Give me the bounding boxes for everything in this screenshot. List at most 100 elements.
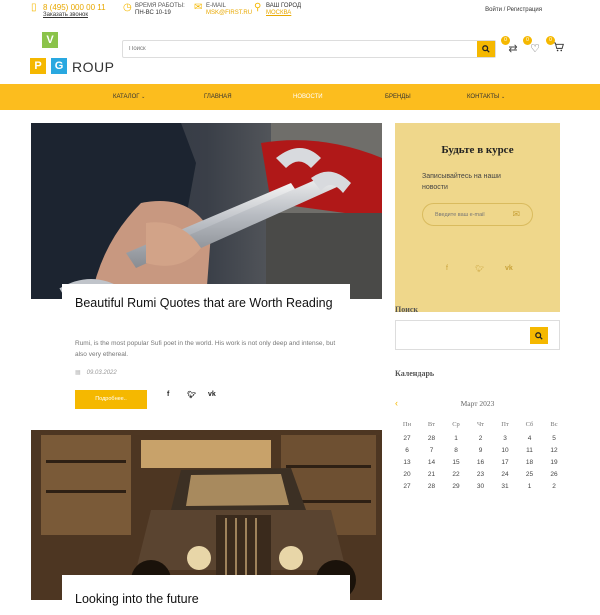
logo-v: V bbox=[42, 32, 58, 48]
wishlist-button[interactable]: 0 ♡ bbox=[523, 36, 543, 56]
calendar-day[interactable]: 28 bbox=[420, 481, 444, 493]
calendar-day[interactable]: 27 bbox=[395, 433, 419, 445]
mail-icon: ✉ bbox=[194, 2, 203, 13]
calendar-day[interactable]: 31 bbox=[493, 481, 517, 493]
calendar-day[interactable]: 30 bbox=[469, 481, 493, 493]
email-block: ✉ E-MAIL MSK@FIRST.RU bbox=[194, 3, 252, 17]
top-bar: ▯ 8 (495) 000 00 11 Заказать звонок ◷ ВР… bbox=[0, 0, 600, 26]
subscribe-email-input[interactable] bbox=[435, 210, 511, 220]
calendar-day[interactable]: 23 bbox=[469, 469, 493, 481]
vk-share-icon[interactable]: vk bbox=[208, 391, 216, 398]
search-icon bbox=[482, 45, 490, 53]
calendar-day[interactable]: 5 bbox=[542, 433, 566, 445]
weekday: Ср bbox=[452, 421, 460, 428]
calendar-day[interactable]: 20 bbox=[395, 469, 419, 481]
calendar-day[interactable]: 21 bbox=[420, 469, 444, 481]
twitter-icon[interactable]: 🐦︎ bbox=[475, 265, 484, 273]
calendar-day[interactable]: 22 bbox=[444, 469, 468, 481]
facebook-share-icon[interactable]: f bbox=[167, 391, 169, 398]
read-more-button[interactable]: Подробнее.. bbox=[75, 390, 147, 409]
compare-button[interactable]: 0 ⇄ bbox=[501, 36, 521, 56]
phone-number[interactable]: 8 (495) 000 00 11 bbox=[31, 3, 106, 12]
calendar-day[interactable]: 1 bbox=[444, 433, 468, 445]
wishlist-count: 0 bbox=[523, 36, 532, 45]
calendar-day[interactable]: 17 bbox=[493, 457, 517, 469]
hours-label: ВРЕМЯ РАБОТЫ: bbox=[135, 3, 185, 9]
logo[interactable]: V P G ROUP bbox=[30, 32, 115, 76]
calendar-month: Март 2023 bbox=[460, 399, 495, 408]
calendar-day[interactable]: 29 bbox=[444, 481, 468, 493]
hours-value: ПН-ВС 10-19 bbox=[135, 10, 171, 16]
calendar-day[interactable]: 6 bbox=[395, 445, 419, 457]
subscribe-text: Записывайтесь на наши новости bbox=[422, 173, 501, 191]
calendar-day[interactable]: 25 bbox=[518, 469, 542, 481]
subscribe-widget: Будьте в курсе Записывайтесь на наши нов… bbox=[395, 123, 560, 312]
calendar-day[interactable]: 27 bbox=[395, 481, 419, 493]
calendar-day[interactable]: 2 bbox=[542, 481, 566, 493]
nav-news[interactable]: НОВОСТИ bbox=[293, 84, 323, 110]
logo-text: ROUP bbox=[72, 59, 115, 75]
location-pin-icon: ⚲ bbox=[254, 2, 262, 13]
calendar-day[interactable]: 3 bbox=[493, 433, 517, 445]
calendar-day[interactable]: 26 bbox=[542, 469, 566, 481]
subscribe-field: ✉ bbox=[422, 203, 533, 226]
post-title-card: Beautiful Rumi Quotes that are Worth Rea… bbox=[62, 284, 350, 342]
calendar-week: 27 28 1 2 3 4 5 bbox=[395, 433, 560, 445]
calendar-day[interactable]: 13 bbox=[395, 457, 419, 469]
weekday: Вс bbox=[550, 421, 558, 428]
post-excerpt: Rumi, is the most popular Sufi poet in t… bbox=[75, 340, 336, 358]
callback-link[interactable]: Заказать звонок bbox=[31, 12, 106, 19]
calendar-day[interactable]: 9 bbox=[469, 445, 493, 457]
calendar-day[interactable]: 14 bbox=[420, 457, 444, 469]
weekday: Сб bbox=[525, 421, 534, 428]
calendar-day[interactable]: 8 bbox=[444, 445, 468, 457]
calendar-day[interactable]: 7 bbox=[420, 445, 444, 457]
calendar-icon: ▦ bbox=[75, 370, 81, 376]
post-image-wrenches[interactable] bbox=[31, 123, 382, 299]
calendar-day[interactable]: 10 bbox=[493, 445, 517, 457]
calendar-day[interactable]: 4 bbox=[518, 433, 542, 445]
calendar-day[interactable]: 19 bbox=[542, 457, 566, 469]
twitter-share-icon[interactable]: 🐦︎ bbox=[187, 391, 196, 399]
send-mail-icon[interactable]: ✉ bbox=[512, 209, 520, 220]
subscribe-title: Будьте в курсе bbox=[441, 144, 514, 156]
calendar-title: Календарь bbox=[395, 369, 435, 378]
cart-button[interactable]: 0 bbox=[546, 36, 566, 56]
calendar-day[interactable]: 1 bbox=[518, 481, 542, 493]
cart-icon bbox=[553, 42, 564, 52]
sidebar-search-input[interactable] bbox=[402, 329, 522, 341]
post2-title[interactable]: Looking into the future bbox=[75, 590, 337, 608]
search-button[interactable] bbox=[477, 41, 495, 57]
vk-icon[interactable]: vk bbox=[505, 265, 513, 272]
compare-count: 0 bbox=[501, 36, 510, 45]
nav-home[interactable]: ГЛАВНАЯ bbox=[204, 84, 232, 110]
heart-icon: ♡ bbox=[530, 43, 540, 55]
header-search bbox=[122, 40, 496, 58]
logo-p: P bbox=[30, 58, 46, 74]
calendar-day[interactable]: 2 bbox=[469, 433, 493, 445]
calendar-day[interactable]: 18 bbox=[518, 457, 542, 469]
nav-contacts[interactable]: КОНТАКТЫ ⌄ bbox=[467, 84, 505, 110]
calendar-day[interactable]: 11 bbox=[518, 445, 542, 457]
calendar-day[interactable]: 16 bbox=[469, 457, 493, 469]
email-link[interactable]: MSK@FIRST.RU bbox=[194, 10, 252, 17]
sidebar-search bbox=[395, 320, 560, 350]
weekday: Вт bbox=[427, 421, 436, 428]
login-register-link[interactable]: Войти / Регистрация bbox=[485, 7, 542, 13]
calendar-day[interactable]: 24 bbox=[493, 469, 517, 481]
nav-catalog[interactable]: КАТАЛОГ ⌄ bbox=[113, 84, 145, 110]
calendar-day[interactable]: 12 bbox=[542, 445, 566, 457]
nav-brands[interactable]: БРЕНДЫ bbox=[385, 84, 411, 110]
facebook-icon[interactable]: f bbox=[446, 265, 448, 272]
calendar-day[interactable]: 15 bbox=[444, 457, 468, 469]
nav-catalog-label: КАТАЛОГ bbox=[113, 94, 140, 100]
calendar-day[interactable]: 28 bbox=[420, 433, 444, 445]
search-input[interactable] bbox=[129, 43, 469, 55]
wrenches-photo bbox=[31, 123, 382, 299]
calendar-weekdays: Пн Вт Ср Чт Пт Сб Вс bbox=[395, 419, 560, 431]
header: V P G ROUP 0 ⇄ 0 ♡ 0 bbox=[0, 26, 600, 84]
sidebar-search-button[interactable] bbox=[530, 327, 548, 344]
post-title[interactable]: Beautiful Rumi Quotes that are Worth Rea… bbox=[75, 294, 337, 312]
sidebar-search-title: Поиск bbox=[395, 305, 418, 314]
chevron-down-icon: ⌄ bbox=[141, 94, 146, 100]
